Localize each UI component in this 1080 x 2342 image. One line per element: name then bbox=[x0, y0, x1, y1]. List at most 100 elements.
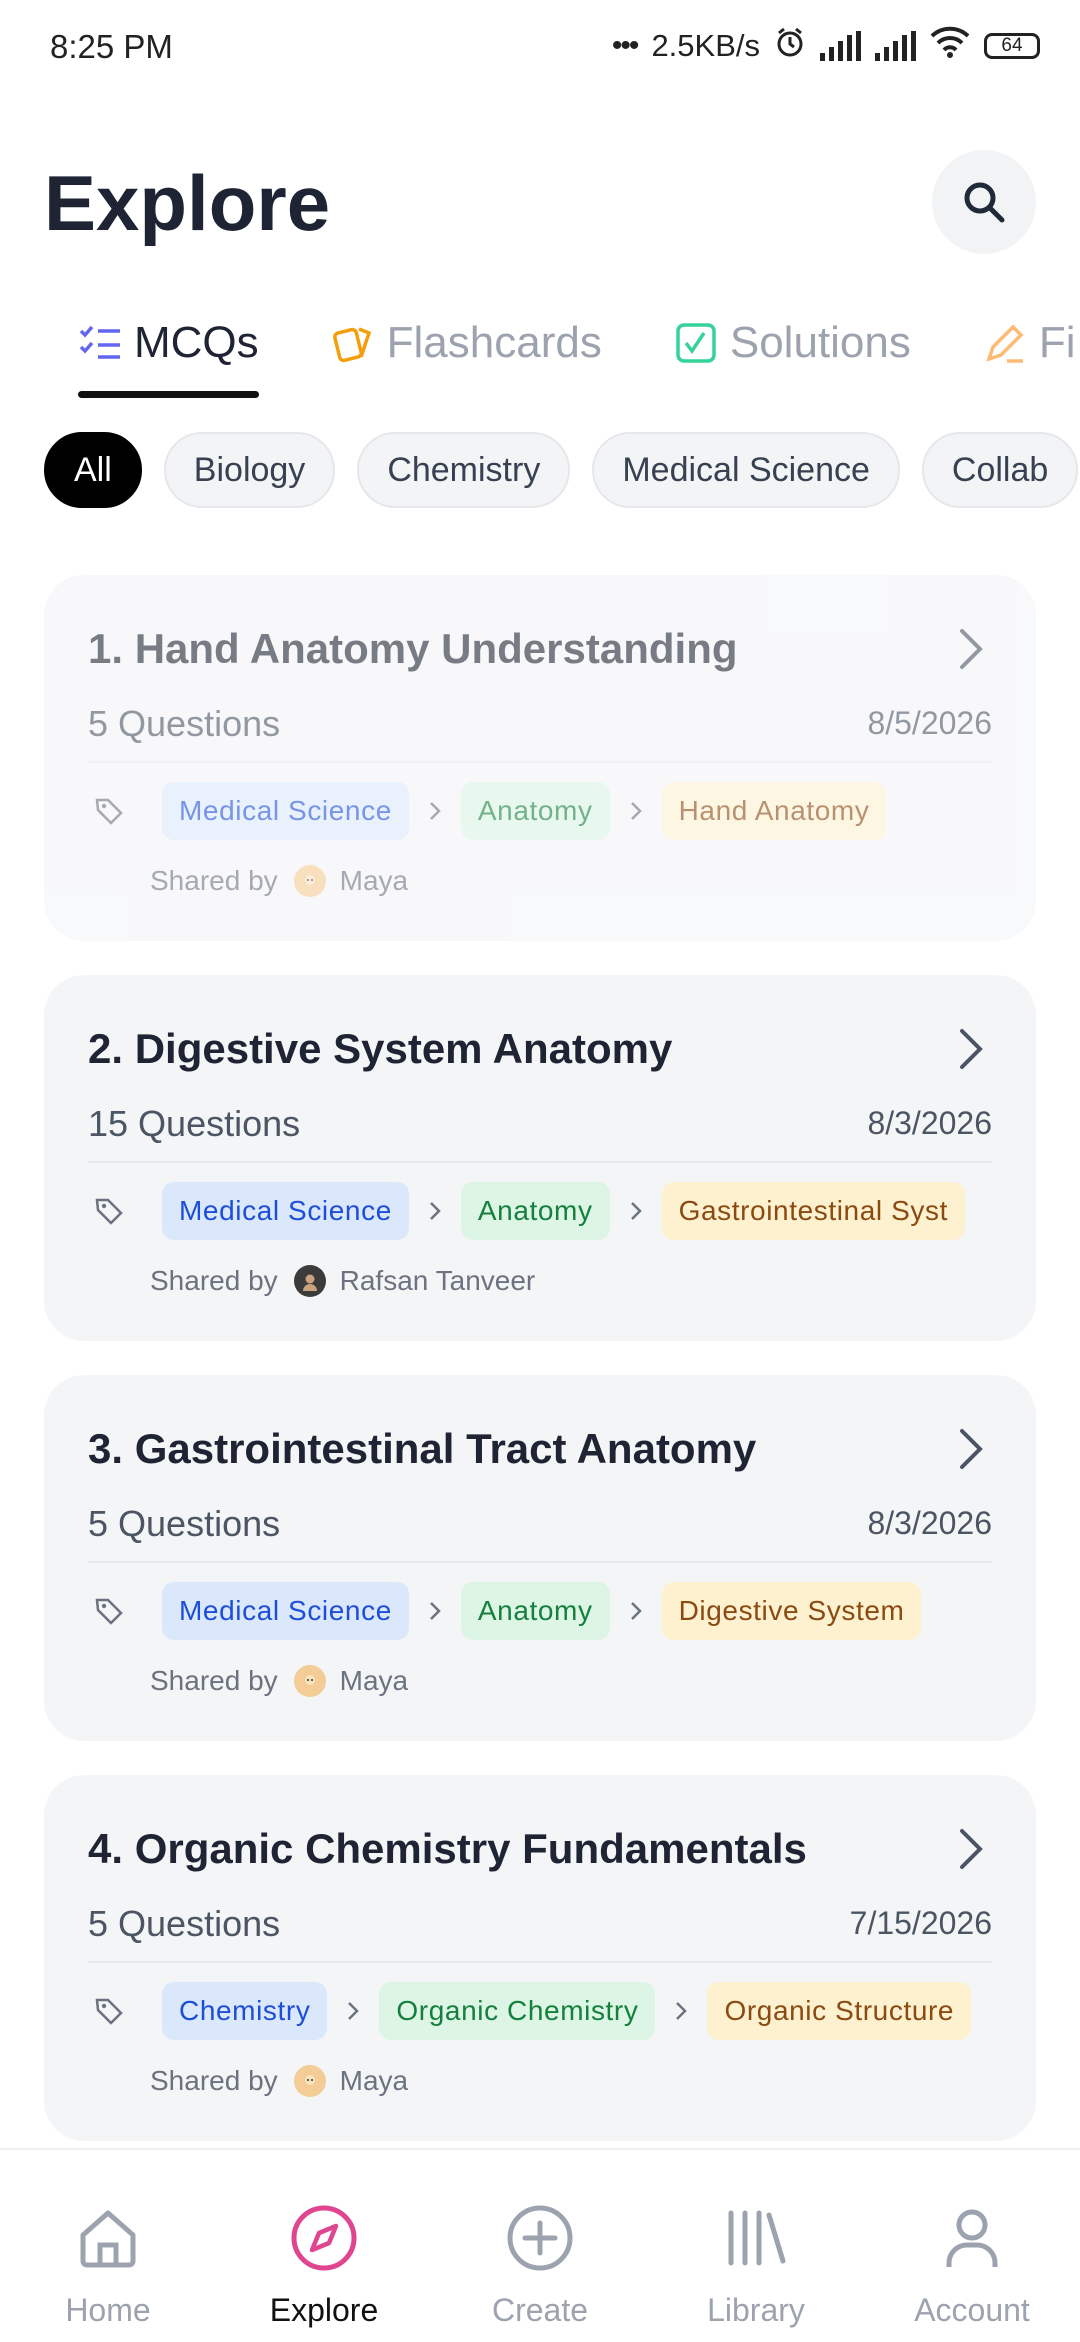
card-title: 3. Gastrointestinal Tract Anatomy bbox=[88, 1425, 757, 1472]
wifi-icon bbox=[930, 26, 970, 66]
status-bar: 8:25 PM ••• 2.5KB/s 64 bbox=[0, 0, 1080, 96]
card-title: 4. Organic Chemistry Fundamentals bbox=[88, 1825, 807, 1872]
avatar bbox=[293, 865, 326, 897]
search-button[interactable] bbox=[932, 150, 1036, 254]
chevron-right-icon bbox=[655, 2000, 707, 2022]
author-name[interactable]: Maya bbox=[340, 1665, 408, 1697]
shared-by-label: Shared by bbox=[150, 1665, 278, 1696]
tag-topic[interactable]: Anatomy bbox=[460, 782, 610, 840]
nav-home[interactable]: Home bbox=[0, 2150, 216, 2342]
tab-flashcards[interactable]: Flashcards bbox=[331, 318, 602, 368]
shared-by-label: Shared by bbox=[150, 865, 278, 896]
nav-create[interactable]: Create bbox=[432, 2150, 648, 2342]
tag-path: Medical Science Anatomy Hand Anatomy bbox=[94, 781, 992, 841]
status-icons: ••• 2.5KB/s 64 bbox=[612, 26, 1040, 66]
divider bbox=[88, 761, 992, 763]
card-title: 2. Digestive System Anatomy bbox=[88, 1025, 673, 1072]
shared-by-label: Shared by bbox=[150, 1265, 278, 1296]
tag-subtopic[interactable]: Gastrointestinal Syst bbox=[661, 1182, 965, 1240]
chevron-right-icon bbox=[327, 2000, 379, 2022]
tag-icon bbox=[94, 796, 134, 826]
shared-by-label: Shared by bbox=[150, 2065, 278, 2096]
question-count: 5 Questions bbox=[88, 703, 281, 744]
shared-by: Shared by Maya bbox=[150, 2065, 408, 2097]
avatar bbox=[293, 1265, 326, 1297]
author-name[interactable]: Maya bbox=[340, 2065, 408, 2097]
content-type-tabs: MCQs Flashcards Solutions Fi bbox=[78, 318, 1080, 398]
compass-icon bbox=[291, 2205, 357, 2271]
chevron-right-icon bbox=[409, 1200, 461, 1222]
tab-fi[interactable]: Fi bbox=[983, 318, 1076, 368]
plus-circle-icon bbox=[507, 2205, 573, 2271]
author-name[interactable]: Maya bbox=[340, 865, 408, 897]
more-dots-icon: ••• bbox=[611, 29, 639, 62]
tag-path: Medical Science Anatomy Digestive System bbox=[94, 1581, 992, 1641]
category-filters: All Biology Chemistry Medical Science Co… bbox=[44, 432, 1079, 508]
flashcards-icon bbox=[332, 327, 371, 363]
tag-subject[interactable]: Medical Science bbox=[162, 1182, 409, 1240]
filter-chip-biology[interactable]: Biology bbox=[163, 432, 336, 508]
status-time: 8:25 PM bbox=[50, 28, 173, 65]
bottom-navigation: Home Explore Create Library Account bbox=[0, 2148, 1080, 2342]
tab-mcqs[interactable]: MCQs bbox=[78, 318, 259, 398]
tag-subtopic[interactable]: Hand Anatomy bbox=[661, 782, 887, 840]
question-count: 15 Questions bbox=[88, 1103, 301, 1144]
shared-by: Shared by Maya bbox=[150, 865, 408, 897]
nav-account[interactable]: Account bbox=[864, 2150, 1080, 2342]
page-title: Explore bbox=[44, 159, 331, 247]
nav-label: Account bbox=[914, 2292, 1030, 2328]
tag-topic[interactable]: Anatomy bbox=[460, 1182, 610, 1240]
tag-subtopic[interactable]: Digestive System bbox=[661, 1582, 922, 1640]
filter-chip-collab[interactable]: Collab bbox=[921, 432, 1079, 508]
search-icon bbox=[964, 182, 1005, 223]
mcq-set-card[interactable]: 3. Gastrointestinal Tract Anatomy 5 Ques… bbox=[44, 1375, 1036, 1741]
signal-icon bbox=[875, 31, 916, 61]
tab-solutions[interactable]: Solutions bbox=[674, 318, 911, 368]
tag-subject[interactable]: Medical Science bbox=[162, 1582, 409, 1640]
shared-by: Shared by Rafsan Tanveer bbox=[150, 1265, 535, 1297]
tab-label: Flashcards bbox=[386, 318, 602, 367]
divider bbox=[88, 1161, 992, 1163]
author-name[interactable]: Rafsan Tanveer bbox=[340, 1265, 536, 1297]
nav-label: Create bbox=[491, 2292, 589, 2328]
question-count: 5 Questions bbox=[88, 1503, 281, 1544]
checklist-icon bbox=[79, 325, 120, 359]
filter-chip-all[interactable]: All bbox=[44, 432, 142, 508]
chevron-right-icon bbox=[960, 1429, 983, 1469]
chevron-right-icon bbox=[610, 800, 662, 822]
filter-chip-medical-science[interactable]: Medical Science bbox=[592, 432, 900, 508]
tag-subject[interactable]: Chemistry bbox=[162, 1982, 328, 2040]
tag-subject[interactable]: Medical Science bbox=[162, 782, 409, 840]
mcq-set-card[interactable]: 1. Hand Anatomy Understanding 5 Question… bbox=[44, 575, 1036, 941]
user-icon bbox=[946, 2209, 998, 2267]
mcq-set-card[interactable]: 2. Digestive System Anatomy 15 Questions… bbox=[44, 975, 1036, 1341]
chevron-right-icon bbox=[409, 1600, 461, 1622]
card-date: 7/15/2026 bbox=[849, 1905, 992, 1941]
card-date: 8/5/2026 bbox=[867, 705, 992, 741]
nav-library[interactable]: Library bbox=[648, 2150, 864, 2342]
mcq-set-card[interactable]: 4. Organic Chemistry Fundamentals 5 Ques… bbox=[44, 1775, 1036, 2141]
chevron-right-icon bbox=[610, 1200, 662, 1222]
divider bbox=[88, 1961, 992, 1963]
tag-icon bbox=[94, 1196, 134, 1226]
nav-explore[interactable]: Explore bbox=[216, 2150, 432, 2342]
chevron-right-icon bbox=[960, 1029, 983, 1069]
tab-label: Solutions bbox=[729, 318, 911, 367]
alarm-icon bbox=[774, 26, 806, 66]
tag-path: Medical Science Anatomy Gastrointestinal… bbox=[94, 1181, 992, 1241]
tag-subtopic[interactable]: Organic Structure bbox=[707, 1982, 972, 2040]
solutions-icon bbox=[676, 323, 716, 363]
filter-chip-chemistry[interactable]: Chemistry bbox=[357, 432, 571, 508]
chevron-right-icon bbox=[960, 629, 983, 669]
tag-path: Chemistry Organic Chemistry Organic Stru… bbox=[94, 1981, 992, 2041]
tag-icon bbox=[94, 1996, 134, 2026]
tag-topic[interactable]: Organic Chemistry bbox=[379, 1982, 656, 2040]
pencil-icon bbox=[986, 324, 1024, 363]
avatar bbox=[293, 2065, 326, 2097]
library-icon bbox=[728, 2210, 786, 2266]
signal-icon bbox=[820, 31, 861, 61]
tag-topic[interactable]: Anatomy bbox=[460, 1582, 610, 1640]
network-speed: 2.5KB/s bbox=[651, 28, 760, 63]
tag-icon bbox=[94, 1596, 134, 1626]
chevron-right-icon bbox=[409, 800, 461, 822]
